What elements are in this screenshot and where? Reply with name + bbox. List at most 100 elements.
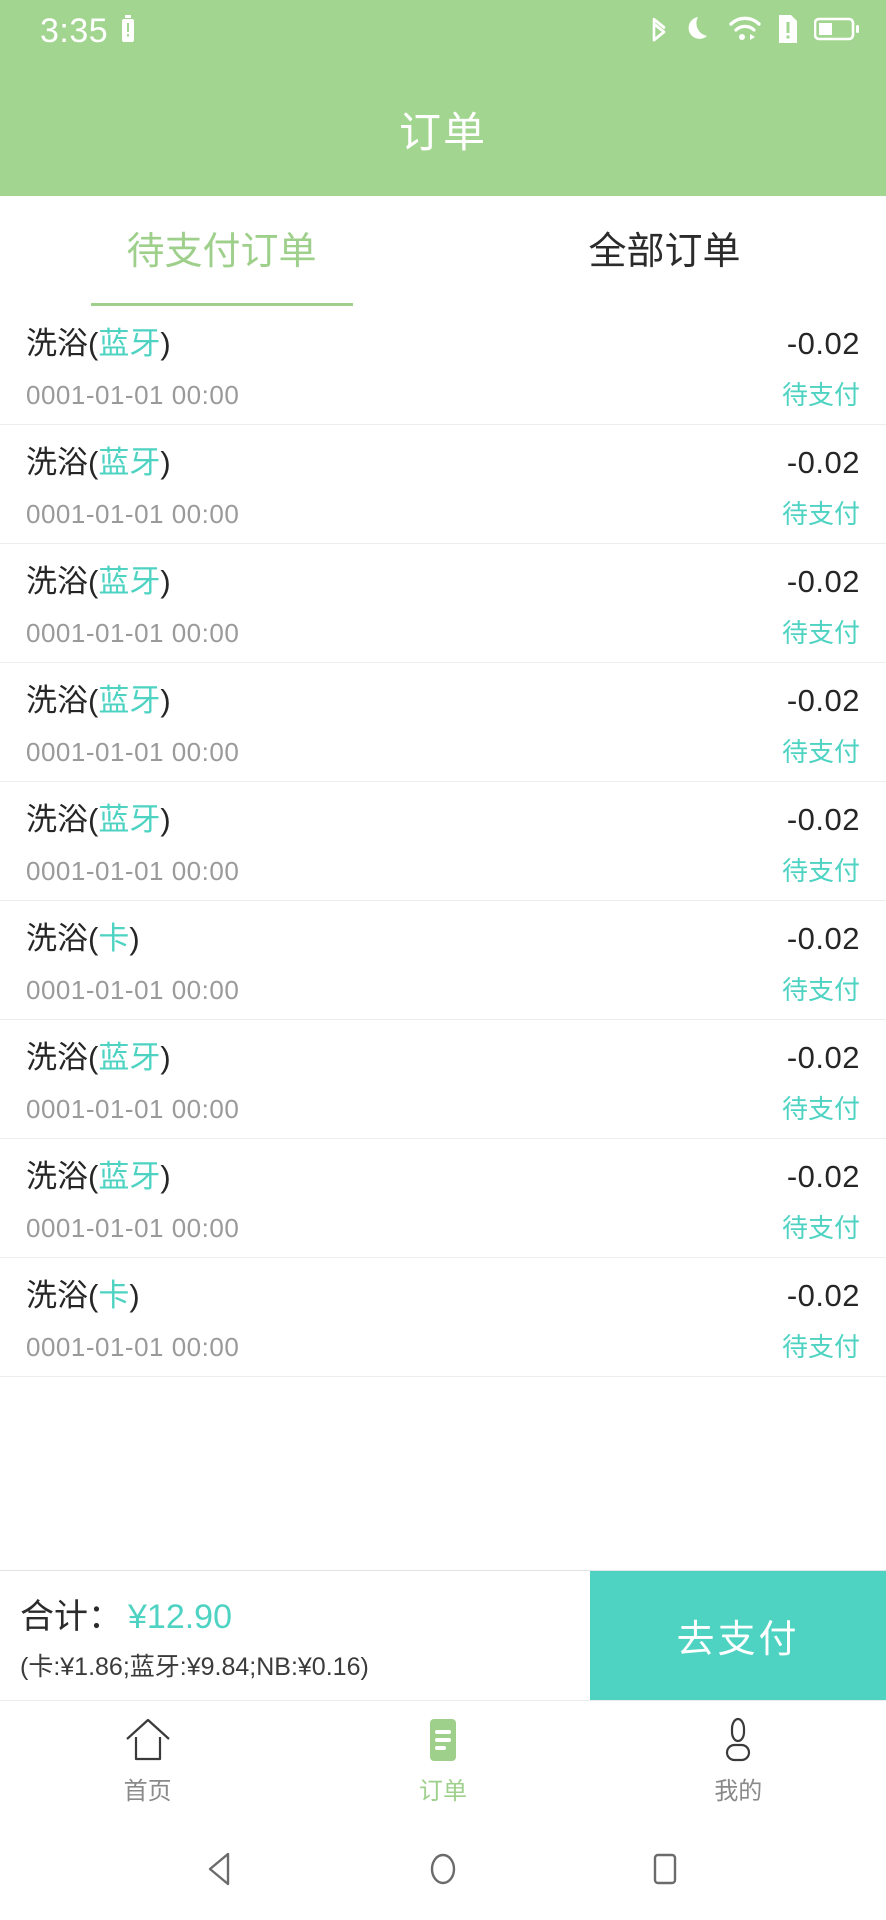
order-date: 0001-01-01 00:00 xyxy=(26,618,240,648)
order-row-top: 洗浴(蓝牙) -0.02 xyxy=(26,318,860,363)
order-row-top: 洗浴(蓝牙) -0.02 xyxy=(26,1151,860,1196)
triangle-left-icon xyxy=(204,1850,238,1893)
order-channel: 蓝牙 xyxy=(98,1159,161,1194)
tab-pending-orders-label: 待支付订单 xyxy=(126,230,317,273)
status-bar-right xyxy=(646,12,860,51)
tab-pending-orders[interactable]: 待支付订单 xyxy=(0,196,443,306)
order-row-bottom: 0001-01-01 00:00 待支付 xyxy=(26,970,860,1007)
status-badge: 待支付 xyxy=(781,856,860,886)
order-channel: 蓝牙 xyxy=(98,564,161,599)
order-date: 0001-01-01 00:00 xyxy=(26,1213,240,1243)
order-title: 洗浴(蓝牙) xyxy=(26,564,171,599)
order-title: 洗浴(卡) xyxy=(26,1278,140,1313)
table-row[interactable]: 洗浴(卡) -0.02 0001-01-01 00:00 待支付 xyxy=(0,1258,886,1377)
order-row-bottom: 0001-01-01 00:00 待支付 xyxy=(26,494,860,531)
table-row[interactable]: 洗浴(蓝牙) -0.02 0001-01-01 00:00 待支付 xyxy=(0,306,886,425)
square-icon xyxy=(649,1850,681,1893)
order-row-bottom: 0001-01-01 00:00 待支付 xyxy=(26,851,860,888)
bottom-navigation: 首页 订单 我的 xyxy=(0,1700,886,1822)
table-row[interactable]: 洗浴(蓝牙) -0.02 0001-01-01 00:00 待支付 xyxy=(0,782,886,901)
battery-icon xyxy=(813,15,860,48)
order-list-icon xyxy=(420,1717,466,1763)
circle-icon xyxy=(425,1850,461,1893)
order-row-top: 洗浴(蓝牙) -0.02 xyxy=(26,794,860,839)
order-amount: -0.02 xyxy=(786,445,860,480)
order-row-bottom: 0001-01-01 00:00 待支付 xyxy=(26,1327,860,1364)
total-label: 合计： xyxy=(20,1597,122,1636)
nav-item-home[interactable]: 首页 xyxy=(0,1701,295,1822)
order-row-bottom: 0001-01-01 00:00 待支付 xyxy=(26,732,860,769)
order-date: 0001-01-01 00:00 xyxy=(26,737,240,767)
order-row-top: 洗浴(蓝牙) -0.02 xyxy=(26,437,860,482)
person-icon xyxy=(715,1717,761,1763)
order-amount: -0.02 xyxy=(786,1278,860,1313)
status-badge: 待支付 xyxy=(781,1332,860,1362)
tab-all-orders-label: 全部订单 xyxy=(588,230,741,273)
table-row[interactable]: 洗浴(蓝牙) -0.02 0001-01-01 00:00 待支付 xyxy=(0,544,886,663)
order-row-bottom: 0001-01-01 00:00 待支付 xyxy=(26,375,860,412)
order-row-bottom: 0001-01-01 00:00 待支付 xyxy=(26,1089,860,1126)
order-date: 0001-01-01 00:00 xyxy=(26,380,240,410)
total-breakdown: (卡:¥1.86;蓝牙:¥9.84;NB:¥0.16) xyxy=(20,1652,369,1681)
order-date: 0001-01-01 00:00 xyxy=(26,856,240,886)
order-title: 洗浴(蓝牙) xyxy=(26,445,171,480)
order-channel: 蓝牙 xyxy=(98,326,161,361)
bluetooth-icon xyxy=(646,12,672,51)
order-channel: 蓝牙 xyxy=(98,1040,161,1075)
table-row[interactable]: 洗浴(蓝牙) -0.02 0001-01-01 00:00 待支付 xyxy=(0,1020,886,1139)
order-channel: 蓝牙 xyxy=(98,683,161,718)
summary-info: 合计： ¥12.90 (卡:¥1.86;蓝牙:¥9.84;NB:¥0.16) xyxy=(0,1571,590,1700)
order-tabs: 待支付订单 全部订单 xyxy=(0,196,886,306)
table-row[interactable]: 洗浴(蓝牙) -0.02 0001-01-01 00:00 待支付 xyxy=(0,425,886,544)
order-amount: -0.02 xyxy=(786,1159,860,1194)
order-list[interactable]: 洗浴(蓝牙) -0.02 0001-01-01 00:00 待支付 洗浴(蓝牙)… xyxy=(0,306,886,1570)
order-amount: -0.02 xyxy=(786,921,860,956)
status-bar-left: 3:35 xyxy=(40,12,136,51)
pay-button[interactable]: 去支付 xyxy=(590,1571,886,1700)
nav-item-home-label: 首页 xyxy=(123,1778,172,1805)
order-amount: -0.02 xyxy=(786,564,860,599)
order-channel: 蓝牙 xyxy=(98,445,161,480)
status-badge: 待支付 xyxy=(781,499,860,529)
moon-icon xyxy=(686,14,714,49)
app-screen: 3:35 订单 待支付订单 全部订单 洗浴(蓝牙) -0.02 0001-01-… xyxy=(0,0,886,1920)
order-amount: -0.02 xyxy=(786,802,860,837)
nav-item-orders-label: 订单 xyxy=(418,1778,467,1805)
status-badge: 待支付 xyxy=(781,1094,860,1124)
table-row[interactable]: 洗浴(卡) -0.02 0001-01-01 00:00 待支付 xyxy=(0,901,886,1020)
total-line: 合计： ¥12.90 xyxy=(20,1589,590,1638)
order-channel: 蓝牙 xyxy=(98,802,161,837)
sim-alert-icon xyxy=(776,13,800,50)
status-badge: 待支付 xyxy=(781,618,860,648)
order-row-top: 洗浴(卡) -0.02 xyxy=(26,1270,860,1315)
home-icon xyxy=(122,1717,174,1763)
wifi-icon xyxy=(728,15,762,48)
nav-item-profile[interactable]: 我的 xyxy=(591,1701,886,1822)
back-button[interactable] xyxy=(181,1831,261,1911)
status-badge: 待支付 xyxy=(781,380,860,410)
order-row-top: 洗浴(蓝牙) -0.02 xyxy=(26,1032,860,1077)
order-date: 0001-01-01 00:00 xyxy=(26,975,240,1005)
order-title: 洗浴(蓝牙) xyxy=(26,802,171,837)
table-row[interactable]: 洗浴(蓝牙) -0.02 0001-01-01 00:00 待支付 xyxy=(0,663,886,782)
order-date: 0001-01-01 00:00 xyxy=(26,1332,240,1362)
system-navigation-bar xyxy=(0,1822,886,1920)
order-title: 洗浴(蓝牙) xyxy=(26,1159,171,1194)
recents-button[interactable] xyxy=(625,1831,705,1911)
nav-item-profile-label: 我的 xyxy=(714,1778,763,1805)
nav-item-orders[interactable]: 订单 xyxy=(295,1701,590,1822)
order-title: 洗浴(蓝牙) xyxy=(26,683,171,718)
status-clock: 3:35 xyxy=(40,11,109,50)
tab-all-orders[interactable]: 全部订单 xyxy=(443,196,886,306)
table-row[interactable]: 洗浴(蓝牙) -0.02 0001-01-01 00:00 待支付 xyxy=(0,1139,886,1258)
page-title: 订单 xyxy=(398,108,487,156)
app-header: 3:35 订单 xyxy=(0,0,886,196)
order-title: 洗浴(蓝牙) xyxy=(26,326,171,361)
order-row-top: 洗浴(蓝牙) -0.02 xyxy=(26,675,860,720)
order-row-top: 洗浴(卡) -0.02 xyxy=(26,913,860,958)
summary-bar: 合计： ¥12.90 (卡:¥1.86;蓝牙:¥9.84;NB:¥0.16) 去… xyxy=(0,1570,886,1700)
home-button[interactable] xyxy=(403,1831,483,1911)
order-date: 0001-01-01 00:00 xyxy=(26,1094,240,1124)
order-date: 0001-01-01 00:00 xyxy=(26,499,240,529)
order-row-bottom: 0001-01-01 00:00 待支付 xyxy=(26,1208,860,1245)
